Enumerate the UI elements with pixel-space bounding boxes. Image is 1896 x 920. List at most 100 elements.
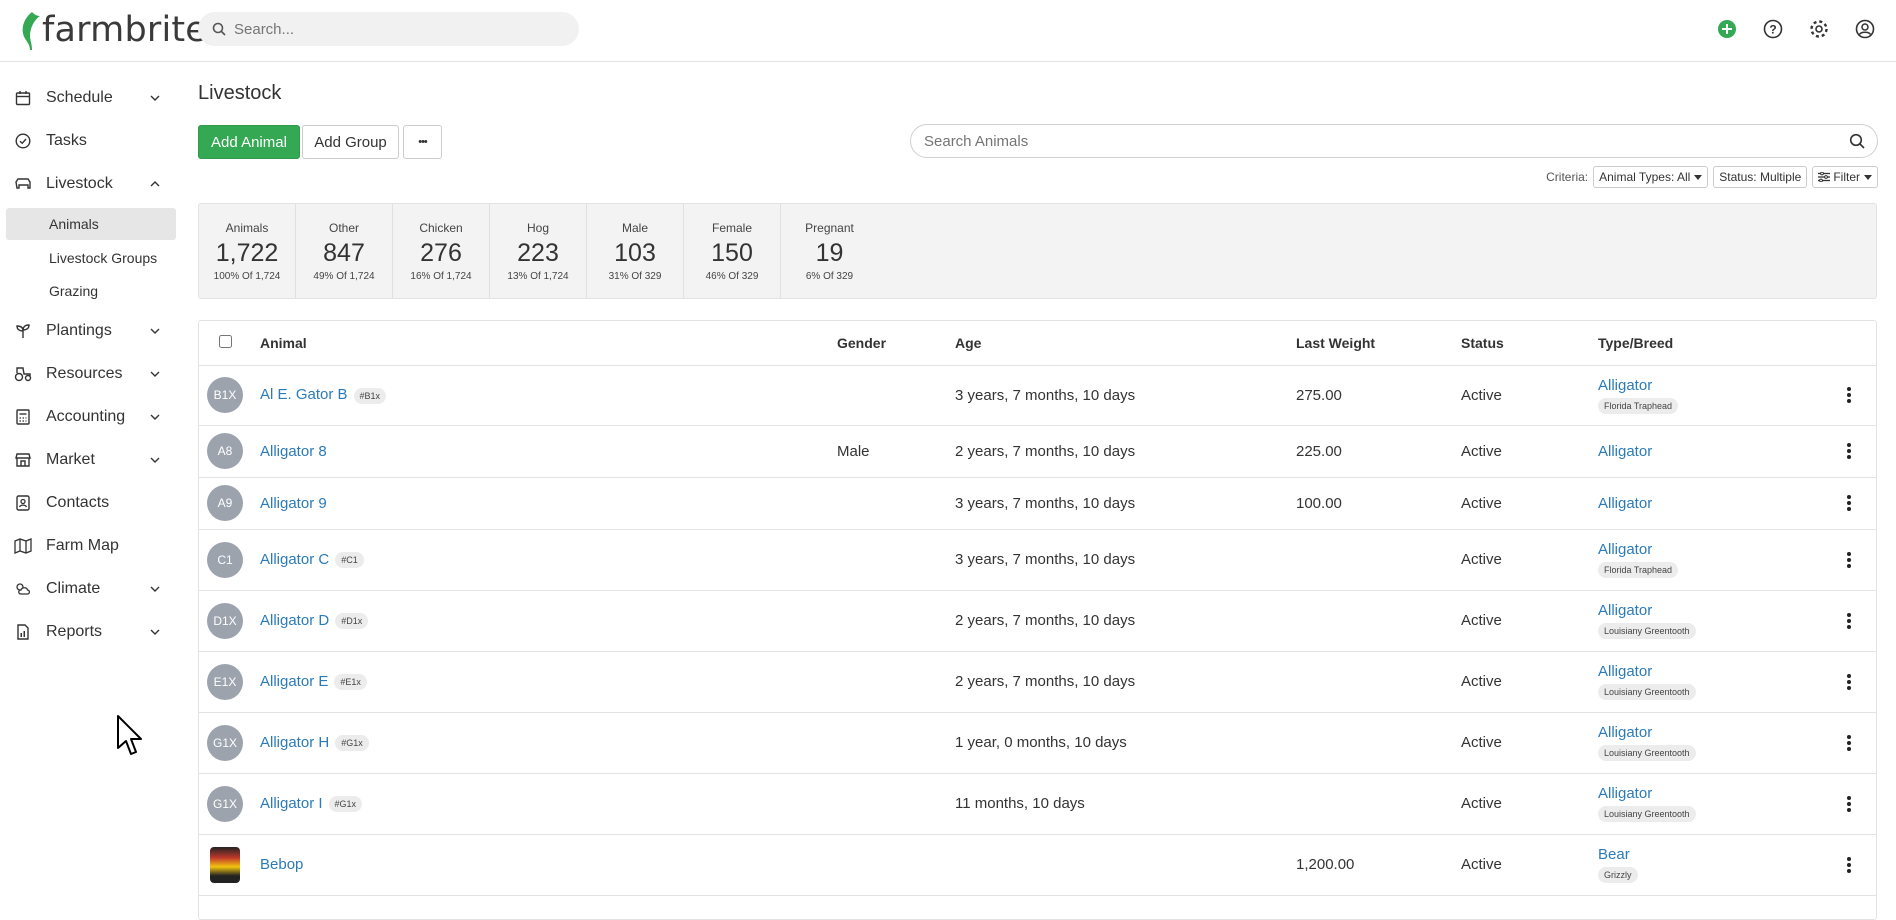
stat-chicken[interactable]: Chicken 276 16% Of 1,724 xyxy=(393,204,490,298)
tractor-icon xyxy=(14,365,32,383)
sidebar-item-market[interactable]: Market xyxy=(0,439,184,481)
stat-other[interactable]: Other 847 49% Of 1,724 xyxy=(296,204,393,298)
type-link[interactable]: Alligator xyxy=(1598,602,1798,619)
animal-name-link[interactable]: Alligator H xyxy=(260,734,329,751)
sidebar-item-label: Accounting xyxy=(46,408,126,425)
table-row[interactable]: G1X Alligator H #G1x 1 year, 0 months, 10… xyxy=(199,712,1876,774)
row-menu-icon[interactable] xyxy=(1844,673,1854,690)
stat-animals[interactable]: Animals 1,722 100% Of 1,724 xyxy=(199,204,296,298)
type-link[interactable]: Alligator xyxy=(1598,541,1798,558)
row-menu-icon[interactable] xyxy=(1844,856,1854,873)
page-title: Livestock xyxy=(198,82,282,104)
avatar: B1X xyxy=(207,377,243,413)
stat-sub: 100% Of 1,724 xyxy=(213,271,281,282)
global-search-input[interactable] xyxy=(234,20,564,38)
sidebar-item-tasks[interactable]: Tasks xyxy=(0,120,184,162)
animal-name-link[interactable]: Bebop xyxy=(260,856,303,873)
gear-icon[interactable] xyxy=(1806,16,1832,42)
stat-name: Animals xyxy=(225,221,269,235)
col-gender[interactable]: Gender xyxy=(837,321,955,366)
col-last-weight[interactable]: Last Weight xyxy=(1296,321,1461,366)
row-menu-icon[interactable] xyxy=(1844,495,1854,511)
table-row[interactable]: D1X Alligator D #D1x 2 years, 7 months, 1… xyxy=(199,590,1876,652)
help-icon[interactable]: ? xyxy=(1760,16,1786,42)
type-link[interactable]: Alligator xyxy=(1598,785,1798,802)
table-row[interactable]: B1X Al E. Gator B #B1x 3 years, 7 months,… xyxy=(199,365,1876,426)
weight-cell: 225.00 xyxy=(1296,425,1461,478)
row-menu-icon[interactable] xyxy=(1844,443,1854,459)
select-all-checkbox[interactable] xyxy=(219,334,232,348)
col-animal[interactable]: Animal xyxy=(260,321,837,366)
sidebar-item-schedule[interactable]: Schedule xyxy=(0,77,184,119)
type-link[interactable]: Alligator xyxy=(1598,724,1798,741)
table-row[interactable]: A9 Alligator 9 3 years, 7 months, 10 day… xyxy=(199,477,1876,530)
sidebar-item-resources[interactable]: Resources xyxy=(0,353,184,395)
sidebar-subitem-livestock-groups[interactable]: Livestock Groups xyxy=(6,242,176,274)
search-animals[interactable] xyxy=(910,124,1878,158)
animal-name-link[interactable]: Alligator 9 xyxy=(260,495,327,512)
animal-name-link[interactable]: Alligator I xyxy=(260,795,323,812)
sidebar-subitem-animals[interactable]: Animals xyxy=(6,208,176,240)
type-link[interactable]: Alligator xyxy=(1598,443,1798,460)
col-type-breed[interactable]: Type/Breed xyxy=(1598,321,1798,366)
sidebar-item-climate[interactable]: Climate xyxy=(0,568,184,610)
animal-name-link[interactable]: Alligator C xyxy=(260,551,329,568)
global-search[interactable] xyxy=(198,12,579,46)
sidebar-item-label: Livestock xyxy=(46,175,113,192)
row-menu-icon[interactable] xyxy=(1844,387,1854,403)
breed-tag: Grizzly xyxy=(1598,867,1638,883)
animal-name-link[interactable]: Al E. Gator B xyxy=(260,386,348,403)
status-cell: Active xyxy=(1461,477,1598,530)
chevron-down-icon xyxy=(148,582,162,596)
filter-button[interactable]: Filter xyxy=(1812,166,1878,188)
row-menu-icon[interactable] xyxy=(1844,612,1854,629)
row-menu-icon[interactable] xyxy=(1844,551,1854,568)
age-cell: 3 years, 7 months, 10 days xyxy=(955,529,1296,591)
search-icon[interactable] xyxy=(1849,133,1865,149)
stat-sub: 46% Of 329 xyxy=(705,271,759,282)
row-menu-icon[interactable] xyxy=(1844,795,1854,812)
status-filter[interactable]: Status: Multiple xyxy=(1713,166,1808,188)
user-account-icon[interactable] xyxy=(1852,16,1878,42)
more-actions-button[interactable]: ••• xyxy=(403,125,442,159)
sidebar-item-reports[interactable]: Reports xyxy=(0,611,184,653)
animal-types-filter[interactable]: Animal Types: All xyxy=(1593,166,1709,188)
sidebar-item-farm-map[interactable]: Farm Map xyxy=(0,525,184,567)
sidebar-item-livestock[interactable]: Livestock xyxy=(0,163,184,205)
col-status[interactable]: Status xyxy=(1461,321,1598,366)
stat-value: 19 xyxy=(815,239,844,267)
search-animals-input[interactable] xyxy=(924,132,1849,150)
table-row[interactable]: Bebop 1,200.00 Active Bear Grizzly xyxy=(199,834,1876,896)
type-link[interactable]: Alligator xyxy=(1598,495,1798,512)
type-link[interactable]: Alligator xyxy=(1598,377,1798,394)
col-age[interactable]: Age xyxy=(955,321,1296,366)
animal-name-link[interactable]: Alligator E xyxy=(260,673,328,690)
stat-hog[interactable]: Hog 223 13% Of 1,724 xyxy=(490,204,587,298)
animal-name-link[interactable]: Alligator D xyxy=(260,612,329,629)
sidebar-subitem-grazing[interactable]: Grazing xyxy=(6,275,176,307)
stat-pregnant[interactable]: Pregnant 19 6% Of 329 xyxy=(781,204,878,298)
cloud-sun-icon xyxy=(14,580,32,598)
table-row[interactable]: A8 Alligator 8 Male 2 years, 7 months, 1… xyxy=(199,425,1876,478)
sidebar-item-accounting[interactable]: Accounting xyxy=(0,396,184,438)
sidebar-item-label: Schedule xyxy=(46,89,113,106)
type-link[interactable]: Bear xyxy=(1598,846,1798,863)
animal-name-link[interactable]: Alligator 8 xyxy=(260,443,327,460)
table-row[interactable]: G1X Alligator I #G1x 11 months, 10 days A… xyxy=(199,773,1876,835)
add-group-button[interactable]: Add Group xyxy=(302,125,399,159)
add-icon[interactable] xyxy=(1714,16,1740,42)
row-menu-icon[interactable] xyxy=(1844,734,1854,751)
stat-male[interactable]: Male 103 31% Of 329 xyxy=(587,204,684,298)
search-icon xyxy=(212,22,226,36)
sidebar-item-contacts[interactable]: Contacts xyxy=(0,482,184,524)
stat-female[interactable]: Female 150 46% Of 329 xyxy=(684,204,781,298)
add-animal-button[interactable]: Add Animal xyxy=(198,125,300,159)
weight-cell xyxy=(1296,529,1461,591)
calculator-icon xyxy=(14,408,32,426)
breed-tag: Louisiany Greentooth xyxy=(1598,623,1696,639)
table-row[interactable]: C1 Alligator C #C1 3 years, 7 months, 10 … xyxy=(199,529,1876,591)
type-link[interactable]: Alligator xyxy=(1598,663,1798,680)
sidebar-item-plantings[interactable]: Plantings xyxy=(0,310,184,352)
table-row[interactable]: E1X Alligator E #E1x 2 years, 7 months, 1… xyxy=(199,651,1876,713)
farmbrite-logo[interactable]: farmbrite xyxy=(18,6,207,54)
